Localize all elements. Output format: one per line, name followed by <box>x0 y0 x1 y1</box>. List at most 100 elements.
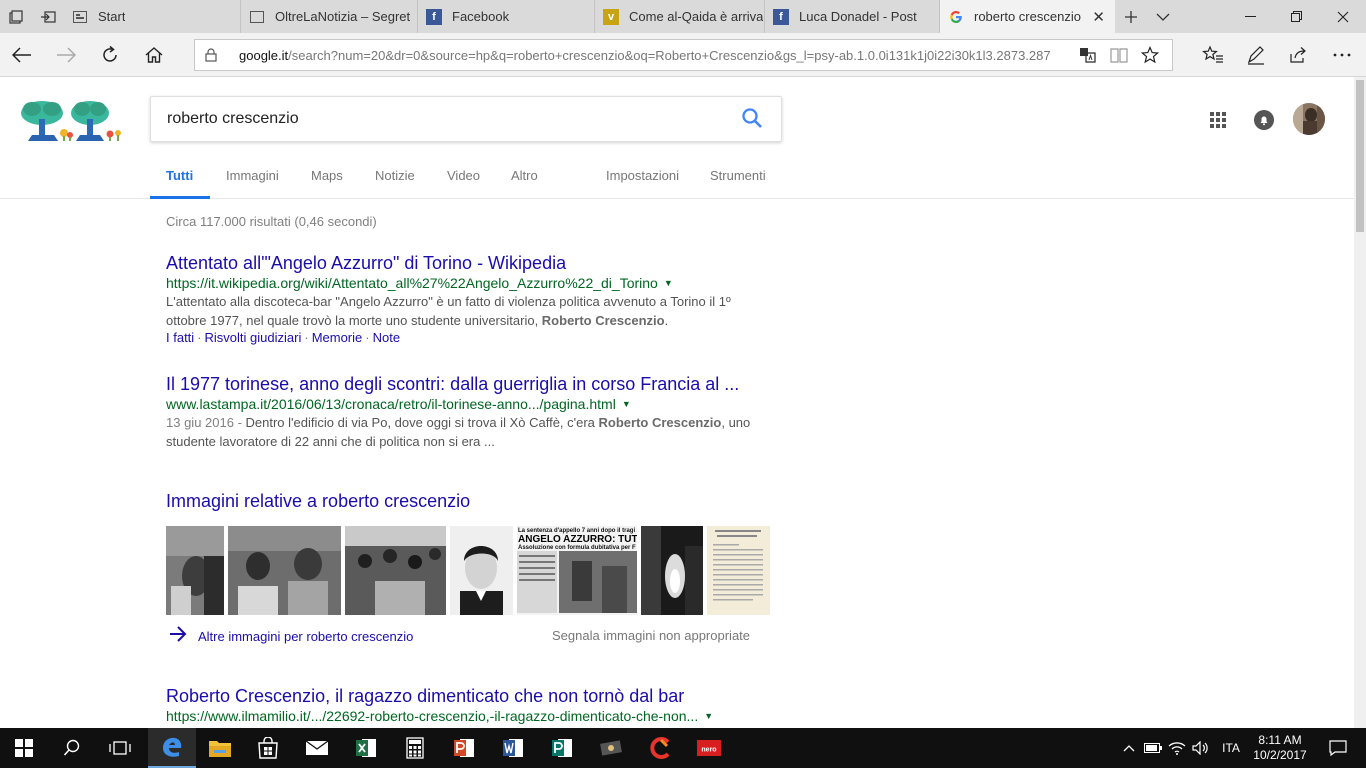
nero-icon[interactable]: nero <box>685 728 733 768</box>
account-avatar[interactable] <box>1293 103 1325 140</box>
store-icon[interactable] <box>244 728 292 768</box>
search-result: Attentato all'"Angelo Azzurro" di Torino… <box>166 253 766 345</box>
tab-roberto-crescenzio[interactable]: roberto crescenzio ✕ <box>940 0 1115 33</box>
new-tab-icon[interactable] <box>1115 0 1147 33</box>
forward-arrow-icon[interactable] <box>46 37 86 73</box>
result-title-link[interactable]: Il 1977 torinese, anno degli scontri: da… <box>166 374 766 395</box>
close-window-icon[interactable] <box>1320 0 1366 33</box>
edge-browser-icon[interactable] <box>148 728 196 768</box>
tab-oltrelanotizia[interactable]: OltreLaNotizia – Segret <box>241 0 418 33</box>
result-url: www.lastampa.it/2016/06/13/cronaca/retro… <box>166 396 631 412</box>
dropdown-arrow-icon[interactable]: ▼ <box>704 711 713 721</box>
result-snippet: 13 giu 2016 - Dentro l'edificio di via P… <box>166 415 751 449</box>
browser-toolbar: google.it/search?num=20&dr=0&source=hp&q… <box>0 33 1366 77</box>
search-icon[interactable] <box>48 728 96 768</box>
share-icon[interactable] <box>1279 37 1319 73</box>
favorites-hub-icon[interactable] <box>1193 37 1233 73</box>
search-result: Roberto Crescenzio, il ragazzo dimentica… <box>166 686 766 724</box>
tab-start[interactable]: Start <box>64 0 241 33</box>
sitelink-risvolti[interactable]: Risvolti giudiziari <box>205 330 302 345</box>
google-doodle-logo[interactable] <box>20 99 124 148</box>
show-hidden-icons-chevron-icon[interactable] <box>1118 728 1140 768</box>
refresh-icon[interactable] <box>90 37 130 73</box>
input-language-indicator[interactable]: ITA <box>1216 728 1246 768</box>
image-thumbnail[interactable] <box>166 526 224 615</box>
lock-icon <box>195 48 227 62</box>
translate-icon[interactable] <box>1079 47 1097 66</box>
more-actions-icon[interactable] <box>1322 37 1362 73</box>
calculator-icon[interactable] <box>391 728 439 768</box>
tab-facebook[interactable]: f Facebook <box>418 0 595 33</box>
svg-text:nero: nero <box>701 747 716 754</box>
ccleaner-icon[interactable] <box>636 728 684 768</box>
tab-immagini[interactable]: Immagini <box>226 168 279 183</box>
page-icon <box>249 9 265 25</box>
word-icon[interactable] <box>489 728 537 768</box>
close-tab-icon[interactable]: ✕ <box>1092 8 1105 26</box>
image-thumbnail[interactable] <box>450 526 513 615</box>
wifi-icon[interactable] <box>1166 728 1188 768</box>
images-heading-link[interactable]: Immagini relative a roberto crescenzio <box>166 491 470 512</box>
facebook-icon: f <box>773 8 789 25</box>
favorite-star-icon[interactable] <box>1140 45 1160 67</box>
volume-icon[interactable] <box>1190 728 1212 768</box>
tab-altro[interactable]: Altro <box>511 168 538 183</box>
url-text: google.it/search?num=20&dr=0&source=hp&q… <box>239 47 1051 63</box>
scrollbar-thumb[interactable] <box>1356 80 1364 232</box>
back-arrow-icon[interactable] <box>2 37 42 73</box>
system-clock[interactable]: 8:11 AM 10/2/2017 <box>1250 728 1310 768</box>
file-explorer-icon[interactable] <box>196 728 244 768</box>
tab-video[interactable]: Video <box>447 168 480 183</box>
tab-preview-chevron-icon[interactable] <box>1147 0 1179 33</box>
sitelink-i-fatti[interactable]: I fatti <box>166 330 194 345</box>
action-center-icon[interactable] <box>1318 728 1358 768</box>
address-bar[interactable]: google.it/search?num=20&dr=0&source=hp&q… <box>194 39 1173 71</box>
sitelinks: I fatti · Risvolti giudiziari · Memorie · Note <box>166 330 401 345</box>
more-images-link[interactable]: Altre immagini per roberto crescenzio <box>168 625 413 648</box>
tab-al-qaida[interactable]: v Come al-Qaida è arriva <box>595 0 765 33</box>
dropdown-arrow-icon[interactable]: ▼ <box>622 399 631 409</box>
task-view-icon[interactable] <box>96 728 144 768</box>
apps-grid-icon[interactable] <box>1209 111 1227 134</box>
image-thumbnail[interactable] <box>228 526 341 615</box>
tab-tutti[interactable]: Tutti <box>166 168 193 183</box>
result-stats: Circa 117.000 risultati (0,46 secondi) <box>166 214 377 229</box>
tab-notizie[interactable]: Notizie <box>375 168 415 183</box>
minimize-icon[interactable] <box>1228 0 1274 33</box>
image-thumbnail[interactable] <box>707 526 770 615</box>
reading-view-icon[interactable] <box>1110 47 1128 66</box>
battery-icon[interactable] <box>1142 728 1164 768</box>
search-input[interactable]: roberto crescenzio <box>150 96 782 142</box>
sitelink-memorie[interactable]: Memorie <box>312 330 363 345</box>
sitelink-note[interactable]: Note <box>373 330 400 345</box>
result-url: https://it.wikipedia.org/wiki/Attentato_… <box>166 275 673 291</box>
notifications-bell-icon[interactable] <box>1254 110 1274 135</box>
tab-strumenti[interactable]: Strumenti <box>710 168 766 183</box>
report-images-link[interactable]: Segnala immagini non appropriate <box>552 628 750 643</box>
vice-icon: v <box>603 8 619 25</box>
home-icon[interactable] <box>134 37 174 73</box>
result-title-link[interactable]: Roberto Crescenzio, il ragazzo dimentica… <box>166 686 766 707</box>
tab-maps[interactable]: Maps <box>311 168 343 183</box>
set-aside-tabs-icon[interactable] <box>32 0 64 33</box>
image-thumbnail[interactable] <box>641 526 703 615</box>
web-note-pen-icon[interactable] <box>1236 37 1276 73</box>
result-title-link[interactable]: Attentato all'"Angelo Azzurro" di Torino… <box>166 253 766 274</box>
dropdown-arrow-icon[interactable]: ▼ <box>664 278 673 288</box>
excel-icon[interactable] <box>342 728 390 768</box>
tab-impostazioni[interactable]: Impostazioni <box>606 168 679 183</box>
windows-start-icon[interactable] <box>0 728 48 768</box>
google-header: roberto crescenzio Tutti Immagini Maps N <box>0 77 1354 199</box>
image-thumbnail[interactable]: La sentenza d'appello 7 anni dopo il tra… <box>517 526 637 615</box>
tab-luca-donadel[interactable]: f Luca Donadel - Post <box>765 0 940 33</box>
image-thumbnail[interactable] <box>345 526 446 615</box>
photo-app-icon[interactable] <box>587 728 635 768</box>
powerpoint-icon[interactable] <box>440 728 488 768</box>
tab-manager-icon[interactable] <box>0 0 32 33</box>
publisher-icon[interactable] <box>538 728 586 768</box>
search-result: Il 1977 torinese, anno degli scontri: da… <box>166 374 766 451</box>
browser-tab-bar: Start OltreLaNotizia – Segret f Facebook… <box>0 0 1366 33</box>
mail-icon[interactable] <box>293 728 341 768</box>
restore-icon[interactable] <box>1274 0 1320 33</box>
search-icon[interactable] <box>741 107 767 133</box>
